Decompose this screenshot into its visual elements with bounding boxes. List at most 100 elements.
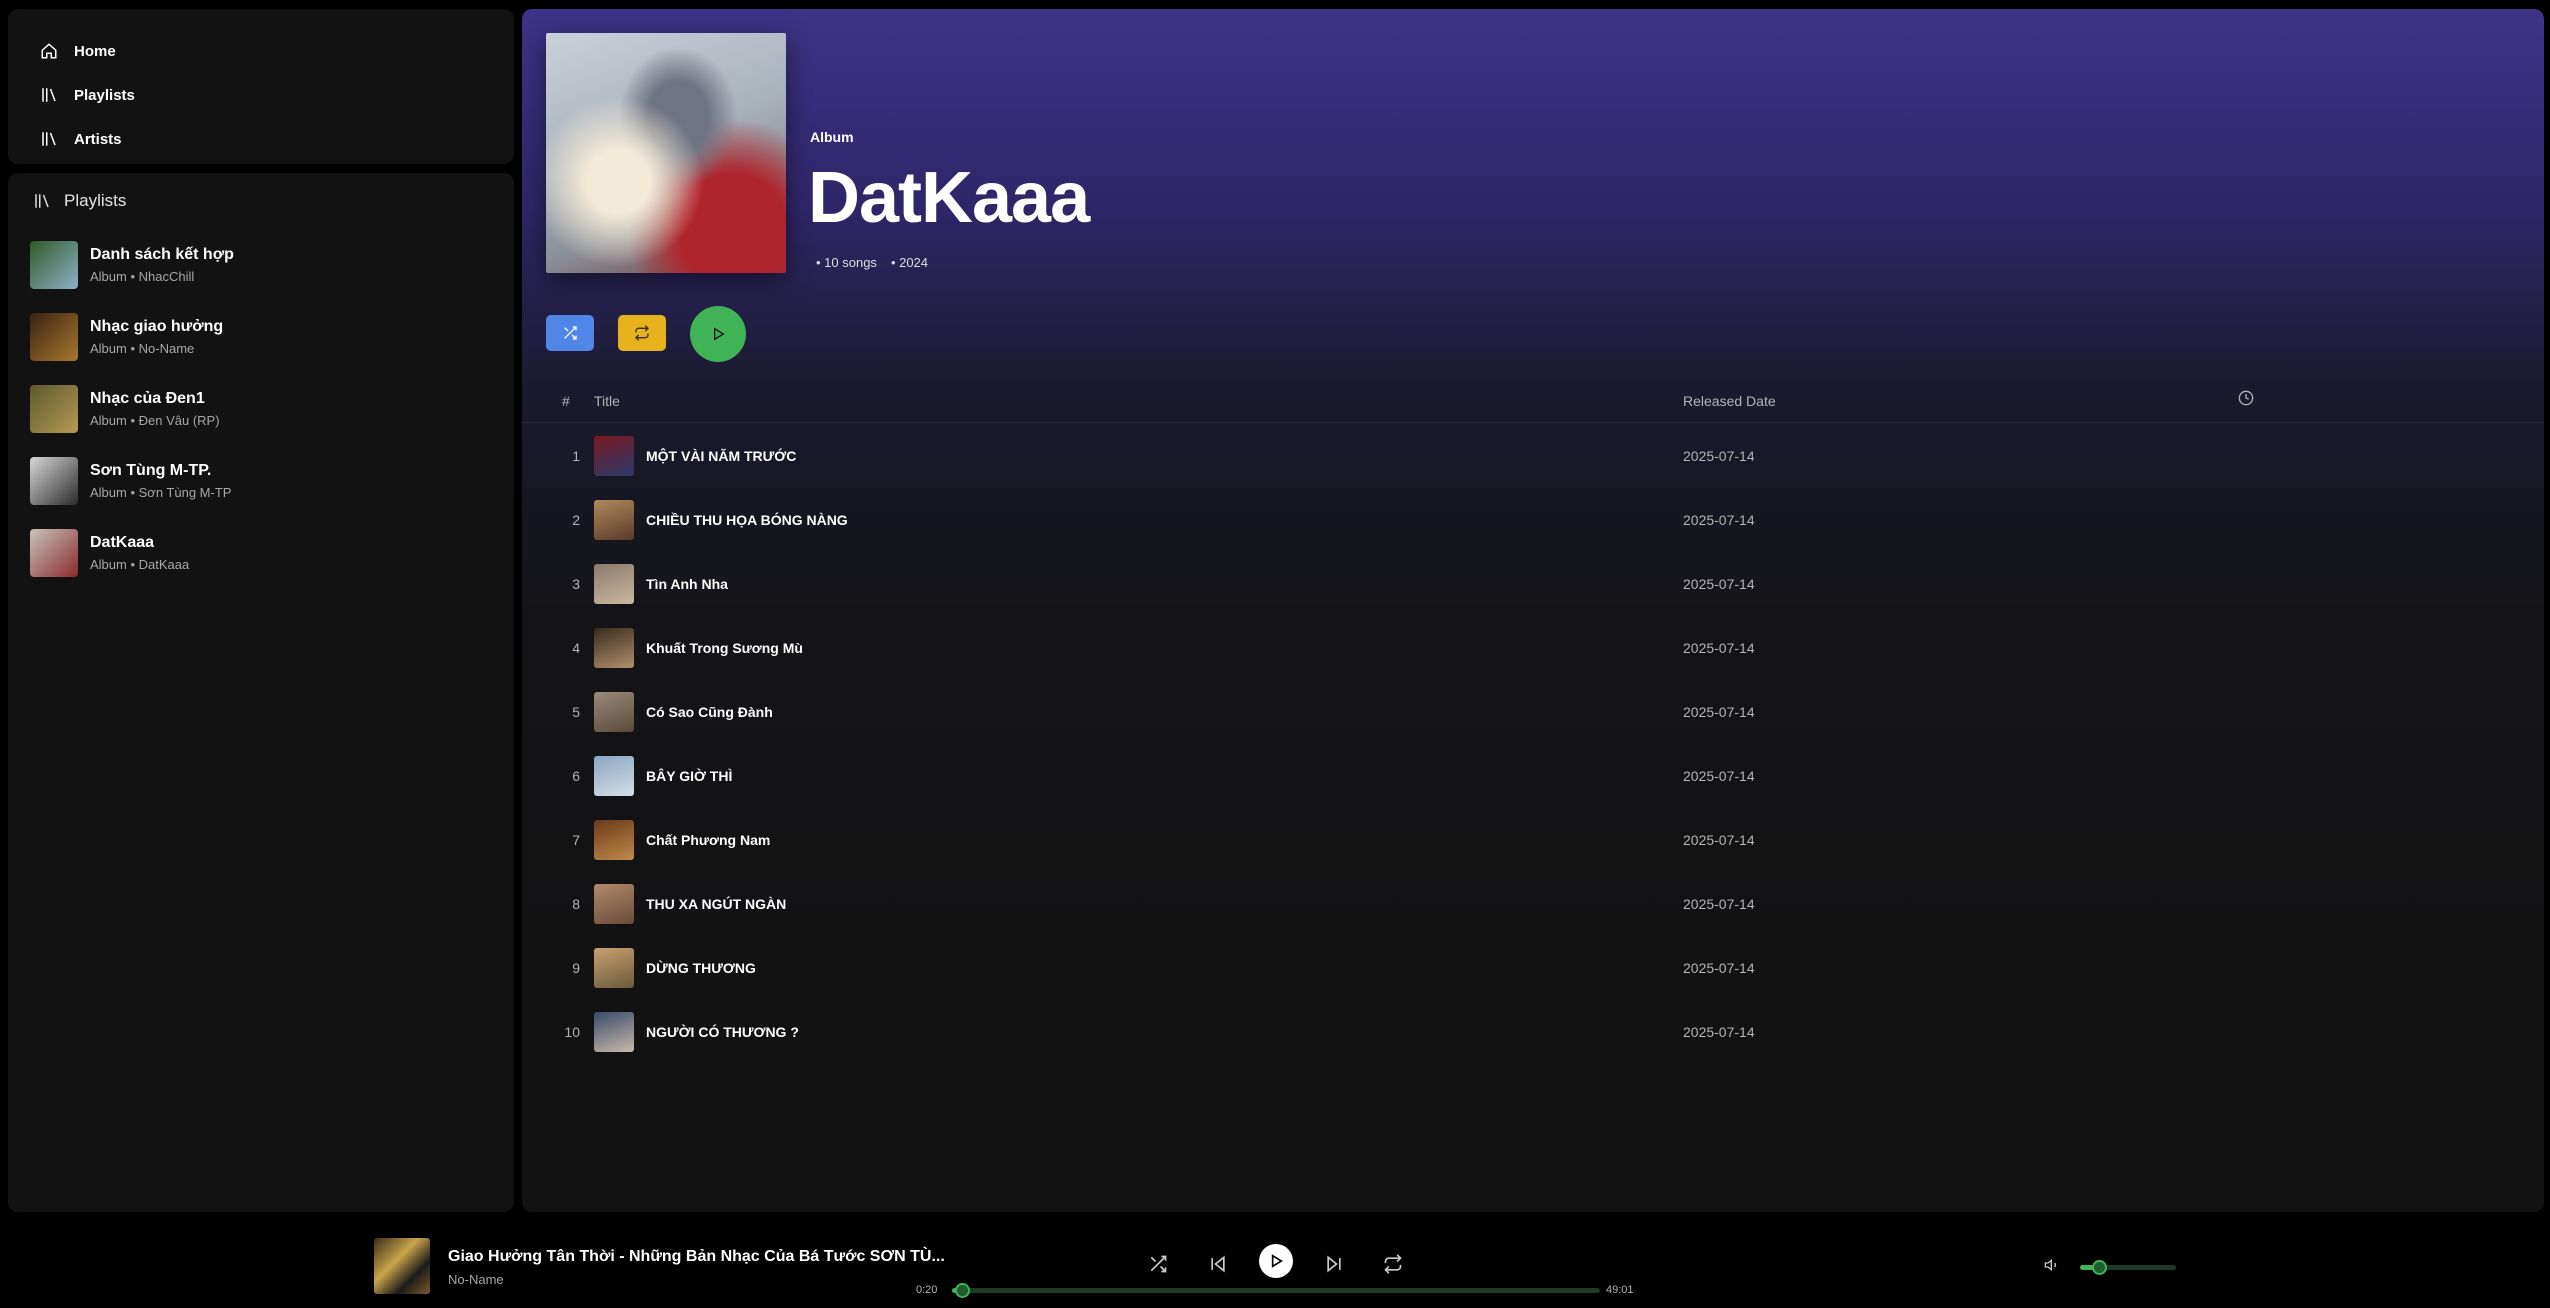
library-item[interactable]: Danh sách kết hợp Album • NhacChill <box>30 235 500 295</box>
track-number: 4 <box>572 640 580 656</box>
track-thumb <box>594 884 634 924</box>
album-meta: • 10 songs • 2024 <box>816 255 928 270</box>
track-title: CHIỀU THU HỌA BÓNG NÀNG <box>646 512 848 528</box>
skip-back-icon <box>1211 1255 1225 1273</box>
library-header[interactable]: Playlists <box>32 191 126 211</box>
library-item-subtitle: Album • DatKaaa <box>90 557 190 572</box>
track-row[interactable]: 10 NGƯỜI CÓ THƯƠNG ? 2025-07-14 <box>522 1000 2544 1064</box>
track-date: 2025-07-14 <box>1683 704 1755 720</box>
table-header: # Title Released Date <box>522 377 2544 423</box>
library-item-title: Danh sách kết hợp <box>90 246 234 263</box>
library-item[interactable]: Nhạc giao hưởng Album • No-Name <box>30 307 500 367</box>
track-row[interactable]: 1 MỘT VÀI NĂM TRƯỚC 2025-07-14 <box>522 424 2544 488</box>
main-panel: Album DatKaaa • 10 songs • 2024 # Title … <box>522 9 2544 1212</box>
track-title: NGƯỜI CÓ THƯƠNG ? <box>646 1024 799 1040</box>
shuffle-icon <box>1150 1255 1167 1273</box>
track-date: 2025-07-14 <box>1683 640 1755 656</box>
library-item[interactable]: DatKaaa Album • DatKaaa <box>30 523 500 583</box>
library-item-thumb <box>30 241 78 289</box>
album-title: DatKaaa <box>808 158 1090 238</box>
nav-home[interactable]: Home <box>40 36 116 66</box>
library-icon <box>42 88 56 102</box>
track-number: 8 <box>572 896 580 912</box>
library-icon <box>42 132 56 146</box>
repeat-button[interactable] <box>618 315 666 351</box>
track-thumb <box>594 628 634 668</box>
track-row[interactable]: 9 DỪNG THƯƠNG 2025-07-14 <box>522 936 2544 1000</box>
track-title: Khuất Trong Sương Mù <box>646 640 803 656</box>
now-playing-thumb <box>374 1238 430 1294</box>
track-date: 2025-07-14 <box>1683 576 1755 592</box>
track-title: Chất Phương Nam <box>646 832 771 848</box>
play-icon <box>1271 1254 1283 1268</box>
col-date[interactable]: Released Date <box>1683 393 1776 409</box>
track-row[interactable]: 5 Có Sao Cũng Đành 2025-07-14 <box>522 680 2544 744</box>
play-icon <box>714 327 725 341</box>
progress-bar[interactable] <box>952 1283 1600 1298</box>
library-panel: Playlists Danh sách kết hợp Album • NhacC… <box>8 173 514 1212</box>
total-time: 49:01 <box>1606 1284 1634 1296</box>
track-date: 2025-07-14 <box>1683 832 1755 848</box>
next-button[interactable] <box>1324 1254 1344 1274</box>
clock-icon <box>2238 390 2254 406</box>
track-thumb <box>594 500 634 540</box>
track-row[interactable]: 6 BÂY GIỜ THÌ 2025-07-14 <box>522 744 2544 808</box>
nav-playlists[interactable]: Playlists <box>40 80 135 110</box>
track-row[interactable]: 7 Chất Phương Nam 2025-07-14 <box>522 808 2544 872</box>
track-title: Có Sao Cũng Đành <box>646 704 773 720</box>
track-title: Tìn Anh Nha <box>646 576 728 592</box>
library-item-thumb <box>30 457 78 505</box>
player-shuffle-button[interactable] <box>1148 1254 1168 1274</box>
nav-home-label: Home <box>74 42 116 60</box>
track-number: 6 <box>572 768 580 784</box>
track-row[interactable]: 4 Khuất Trong Sương Mù 2025-07-14 <box>522 616 2544 680</box>
current-time: 0:20 <box>916 1284 938 1296</box>
progress-handle[interactable] <box>954 1283 970 1298</box>
track-date: 2025-07-14 <box>1683 768 1755 784</box>
col-title[interactable]: Title <box>594 393 620 409</box>
col-duration[interactable] <box>2238 390 2254 409</box>
track-row[interactable]: 3 Tìn Anh Nha 2025-07-14 <box>522 552 2544 616</box>
library-item-subtitle: Album • No-Name <box>90 341 195 356</box>
track-title: MỘT VÀI NĂM TRƯỚC <box>646 448 797 464</box>
library-item[interactable]: Nhạc của Đen1 Album • Đen Vâu (RP) <box>30 379 500 439</box>
player-play-button[interactable] <box>1259 1244 1293 1278</box>
play-album-button[interactable] <box>690 306 746 362</box>
library-item-title: Sơn Tùng M-TP. <box>90 462 212 479</box>
track-date: 2025-07-14 <box>1683 512 1755 528</box>
volume-handle[interactable] <box>2092 1260 2108 1275</box>
album-year: • 2024 <box>890 255 929 270</box>
nav-artists[interactable]: Artists <box>40 124 122 154</box>
track-thumb <box>594 820 634 860</box>
volume-icon <box>2044 1258 2056 1272</box>
track-number: 5 <box>572 704 580 720</box>
library-icon <box>35 194 49 208</box>
library-item-thumb <box>30 313 78 361</box>
shuffle-button[interactable] <box>546 315 594 351</box>
library-item-subtitle: Album • Sơn Tùng M-TP <box>90 485 232 500</box>
track-row[interactable]: 2 CHIỀU THU HỌA BÓNG NÀNG 2025-07-14 <box>522 488 2544 552</box>
volume-slider[interactable] <box>2080 1260 2176 1275</box>
track-number: 2 <box>572 512 580 528</box>
album-type: Album <box>810 129 854 145</box>
library-item[interactable]: Sơn Tùng M-TP. Album • Sơn Tùng M-TP <box>30 451 500 511</box>
track-number: 9 <box>572 960 580 976</box>
track-date: 2025-07-14 <box>1683 1024 1755 1040</box>
home-icon <box>41 43 57 59</box>
track-row[interactable]: 8 THU XA NGÚT NGÀN 2025-07-14 <box>522 872 2544 936</box>
library-item-thumb <box>30 385 78 433</box>
previous-button[interactable] <box>1208 1254 1228 1274</box>
track-number: 3 <box>572 576 580 592</box>
library-item-subtitle: Album • NhacChill <box>90 269 195 284</box>
player-repeat-button[interactable] <box>1383 1254 1403 1274</box>
track-thumb <box>594 948 634 988</box>
now-playing-artist[interactable]: No-Name <box>448 1272 504 1287</box>
shuffle-icon <box>564 326 577 340</box>
track-number: 1 <box>572 448 580 464</box>
now-playing-title[interactable]: Giao Hưởng Tân Thời - Những Bản Nhạc Của… <box>448 1248 945 1266</box>
track-thumb <box>594 564 634 604</box>
album-cover <box>546 33 786 273</box>
volume-button[interactable] <box>2044 1257 2060 1273</box>
track-date: 2025-07-14 <box>1683 896 1755 912</box>
repeat-icon <box>635 325 649 341</box>
